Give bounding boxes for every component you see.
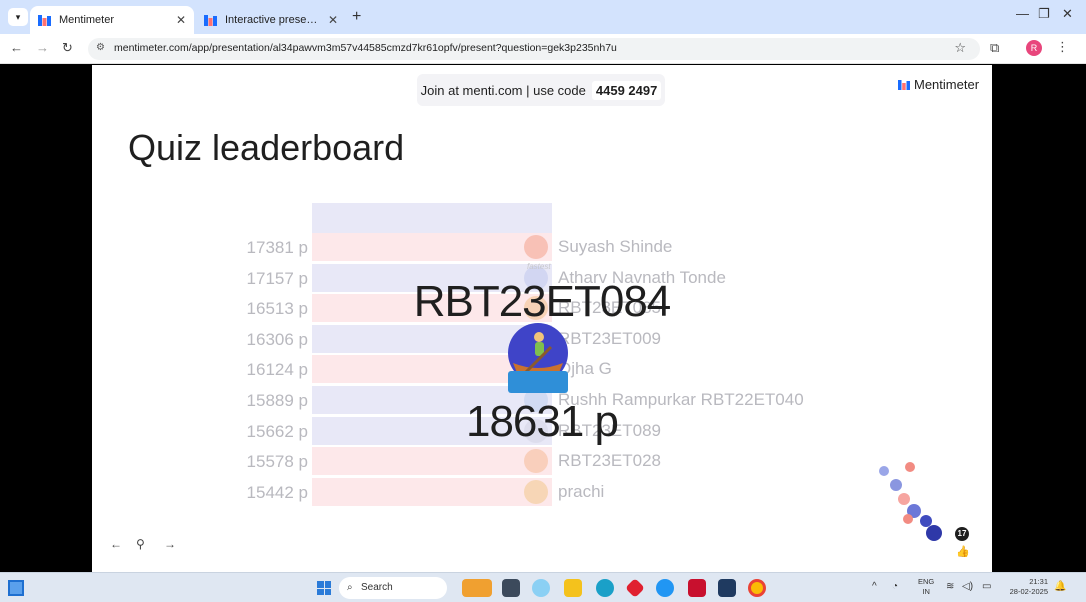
search-icon: ⌕ [347, 582, 353, 593]
task-view-icon[interactable] [502, 579, 520, 597]
thumbs-up-icon[interactable]: 👍 [956, 545, 970, 558]
app-icon[interactable] [656, 579, 674, 597]
taskbar-search-box[interactable]: ⌕ Search [339, 577, 447, 599]
fastest-label: fastest [527, 262, 551, 271]
leaderboard-score: 15578 p [246, 452, 308, 472]
mentimeter-favicon-icon [38, 14, 51, 26]
leaderboard-score: 16306 p [246, 329, 308, 349]
tab-title: Interactive presentation softwa [225, 14, 322, 26]
start-menu-icon[interactable] [317, 581, 331, 595]
clock-date: 28-02-2025 [1009, 587, 1048, 596]
tab-interactive-presentation[interactable]: Interactive presentation softwa ✕ [196, 6, 346, 34]
mentimeter-favicon-icon [204, 14, 217, 26]
previous-slide-button[interactable]: ← [110, 537, 122, 551]
leaderboard-score: 16124 p [246, 360, 308, 380]
next-slide-button[interactable]: → [164, 537, 176, 551]
close-window-icon[interactable]: ✕ [1062, 6, 1073, 22]
mentimeter-logo-icon [898, 79, 910, 90]
tab-title: Mentimeter [59, 14, 115, 26]
rowing-boat-avatar-icon [508, 323, 568, 393]
reaction-count-badge: 17 [955, 527, 969, 541]
tab-bar: ▾ Mentimeter ✕ Interactive presentation … [0, 0, 1086, 34]
back-icon[interactable]: ← [10, 40, 23, 55]
url-text: mentimeter.com/app/presentation/al34pawv… [114, 42, 617, 54]
player-avatar [524, 479, 548, 504]
tab-close-icon[interactable]: ✕ [328, 13, 338, 27]
region-code: IN [922, 587, 930, 596]
leaderboard-bar [312, 233, 552, 261]
tab-search-chevron-icon[interactable]: ▾ [8, 8, 28, 26]
brand-name: Mentimeter [914, 77, 980, 92]
language-code: ENG [918, 577, 935, 586]
network-status-icon[interactable]: ◔ [892, 581, 898, 592]
join-text: Join at menti.com | use code [420, 82, 586, 98]
presentation-slide: Join at menti.com | use code 4459 2497 M… [92, 65, 992, 572]
join-instructions: Join at menti.com | use code 4459 2497 [417, 74, 665, 106]
extensions-icon[interactable]: ⧉ [990, 40, 999, 56]
store-icon[interactable] [718, 579, 736, 597]
player-name: RBT23ET009 [558, 328, 661, 348]
windows-taskbar: ⌕ Search ^ ◔ ENG IN ≋ ◁) ▭ 21:31 28-02-2… [0, 572, 1086, 602]
leaderboard-header-bar [312, 203, 552, 233]
battery-icon[interactable]: ▭ [982, 581, 991, 592]
player-avatar [524, 235, 548, 259]
widgets-icon[interactable] [8, 580, 24, 596]
show-hidden-icons-icon[interactable]: ^ [872, 581, 877, 592]
profile-avatar[interactable]: R [1026, 40, 1042, 56]
url-field[interactable]: ⚙ mentimeter.com/app/presentation/al34pa… [88, 38, 980, 60]
search-label: Search [361, 582, 393, 593]
minimize-icon[interactable]: — [1016, 6, 1029, 21]
clock-time: 21:31 [1029, 577, 1048, 586]
forward-icon[interactable]: → [36, 40, 49, 55]
tab-close-icon[interactable]: ✕ [176, 13, 186, 27]
slide-title: Quiz leaderboard [128, 127, 405, 168]
winner-score: 18631 p [465, 397, 619, 446]
address-bar: ← → ↻ ⚙ mentimeter.com/app/presentation/… [0, 34, 1086, 64]
leaderboard-bar [312, 477, 552, 506]
menu-kebab-icon[interactable]: ⋮ [1056, 39, 1069, 55]
weather-widget-icon[interactable] [462, 579, 492, 597]
file-explorer-icon[interactable] [564, 579, 582, 597]
leaderboard-score: 15442 p [246, 482, 308, 502]
restore-icon[interactable]: ❐ [1038, 6, 1050, 22]
leaderboard-row: 17381 p Suyash Shinde [92, 233, 992, 263]
winner-name: RBT23ET084 [413, 277, 672, 326]
tab-mentimeter[interactable]: Mentimeter ✕ [30, 6, 194, 34]
leaderboard-row: 15442 p prachi [92, 477, 992, 508]
player-name: RBT23ET028 [558, 451, 661, 471]
reload-icon[interactable]: ↻ [62, 40, 73, 56]
bookmark-star-icon[interactable]: ☆ [954, 40, 966, 56]
leaderboard-row: 15578 p RBT23ET028 [92, 447, 992, 477]
language-indicator[interactable]: ENG IN [918, 577, 934, 597]
player-name: Suyash Shinde [558, 237, 673, 256]
mentimeter-logo: Mentimeter [898, 77, 979, 92]
edge-browser-icon[interactable] [596, 579, 614, 597]
player-avatar [524, 449, 548, 474]
site-settings-icon[interactable]: ⚙ [96, 42, 105, 53]
thumbs-up-reactions-icon [879, 462, 942, 541]
mcafee-icon[interactable] [688, 579, 706, 597]
copilot-icon[interactable] [532, 579, 550, 597]
player-name: prachi [558, 481, 605, 501]
leaderboard-bar [312, 447, 552, 476]
new-tab-button[interactable]: + [352, 6, 361, 28]
volume-icon[interactable]: ◁) [962, 581, 973, 592]
leaderboard-score: 17381 p [246, 238, 308, 257]
clock[interactable]: 21:31 28-02-2025 [1002, 577, 1048, 597]
pin-button[interactable]: ⚲ [136, 537, 145, 551]
wifi-icon[interactable]: ≋ [946, 581, 954, 592]
chrome-icon[interactable] [748, 579, 766, 597]
security-app-icon[interactable] [625, 578, 645, 598]
notifications-icon[interactable]: 🔔 [1054, 581, 1066, 592]
join-code: 4459 2497 [591, 80, 662, 100]
